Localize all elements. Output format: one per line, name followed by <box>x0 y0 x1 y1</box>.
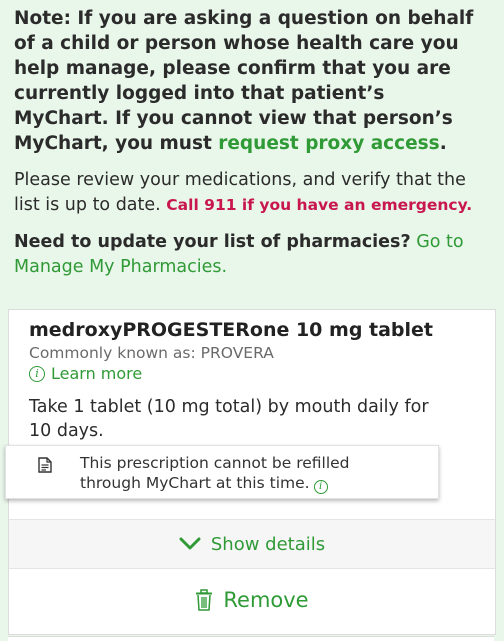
proxy-note-end: . <box>439 133 447 154</box>
show-details-button[interactable]: Show details <box>9 519 495 569</box>
remove-button[interactable]: Remove <box>9 568 495 632</box>
medication-name: medroxyPROGESTERone 10 mg tablet <box>29 319 434 341</box>
remove-label: Remove <box>223 588 309 612</box>
medication-card: medroxyPROGESTERone 10 mg tablet Commonl… <box>5 309 496 635</box>
refill-notice-label: This prescription cannot be refilled thr… <box>80 454 350 492</box>
refill-notice: This prescription cannot be refilled thr… <box>5 445 439 499</box>
pharmacy-question: Need to update your list of pharmacies? <box>14 232 411 252</box>
show-details-label: Show details <box>210 533 326 555</box>
info-icon: i <box>29 365 45 382</box>
document-icon <box>38 457 52 473</box>
learn-more-link[interactable]: i Learn more <box>29 364 142 383</box>
call-911-link[interactable]: Call 911 if you have an emergency. <box>166 196 472 214</box>
info-banner: Note: If you are asking a question on be… <box>14 6 484 280</box>
next-card-edge <box>8 636 494 641</box>
proxy-note: Note: If you are asking a question on be… <box>14 6 484 156</box>
trash-icon <box>196 589 213 611</box>
refill-info-icon[interactable]: i <box>313 480 328 494</box>
review-instructions: Please review your medications, and veri… <box>14 168 484 218</box>
pharmacy-prompt: Need to update your list of pharmacies? … <box>14 230 484 280</box>
learn-more-label: Learn more <box>51 364 143 383</box>
medication-instructions: Take 1 tablet (10 mg total) by mouth dai… <box>29 397 429 441</box>
chevron-down-icon <box>179 537 201 550</box>
request-proxy-access-link[interactable]: request proxy access <box>218 133 439 154</box>
refill-notice-text: This prescription cannot be refilled thr… <box>80 453 410 494</box>
medication-common-name: Commonly known as: PROVERA <box>29 344 274 362</box>
